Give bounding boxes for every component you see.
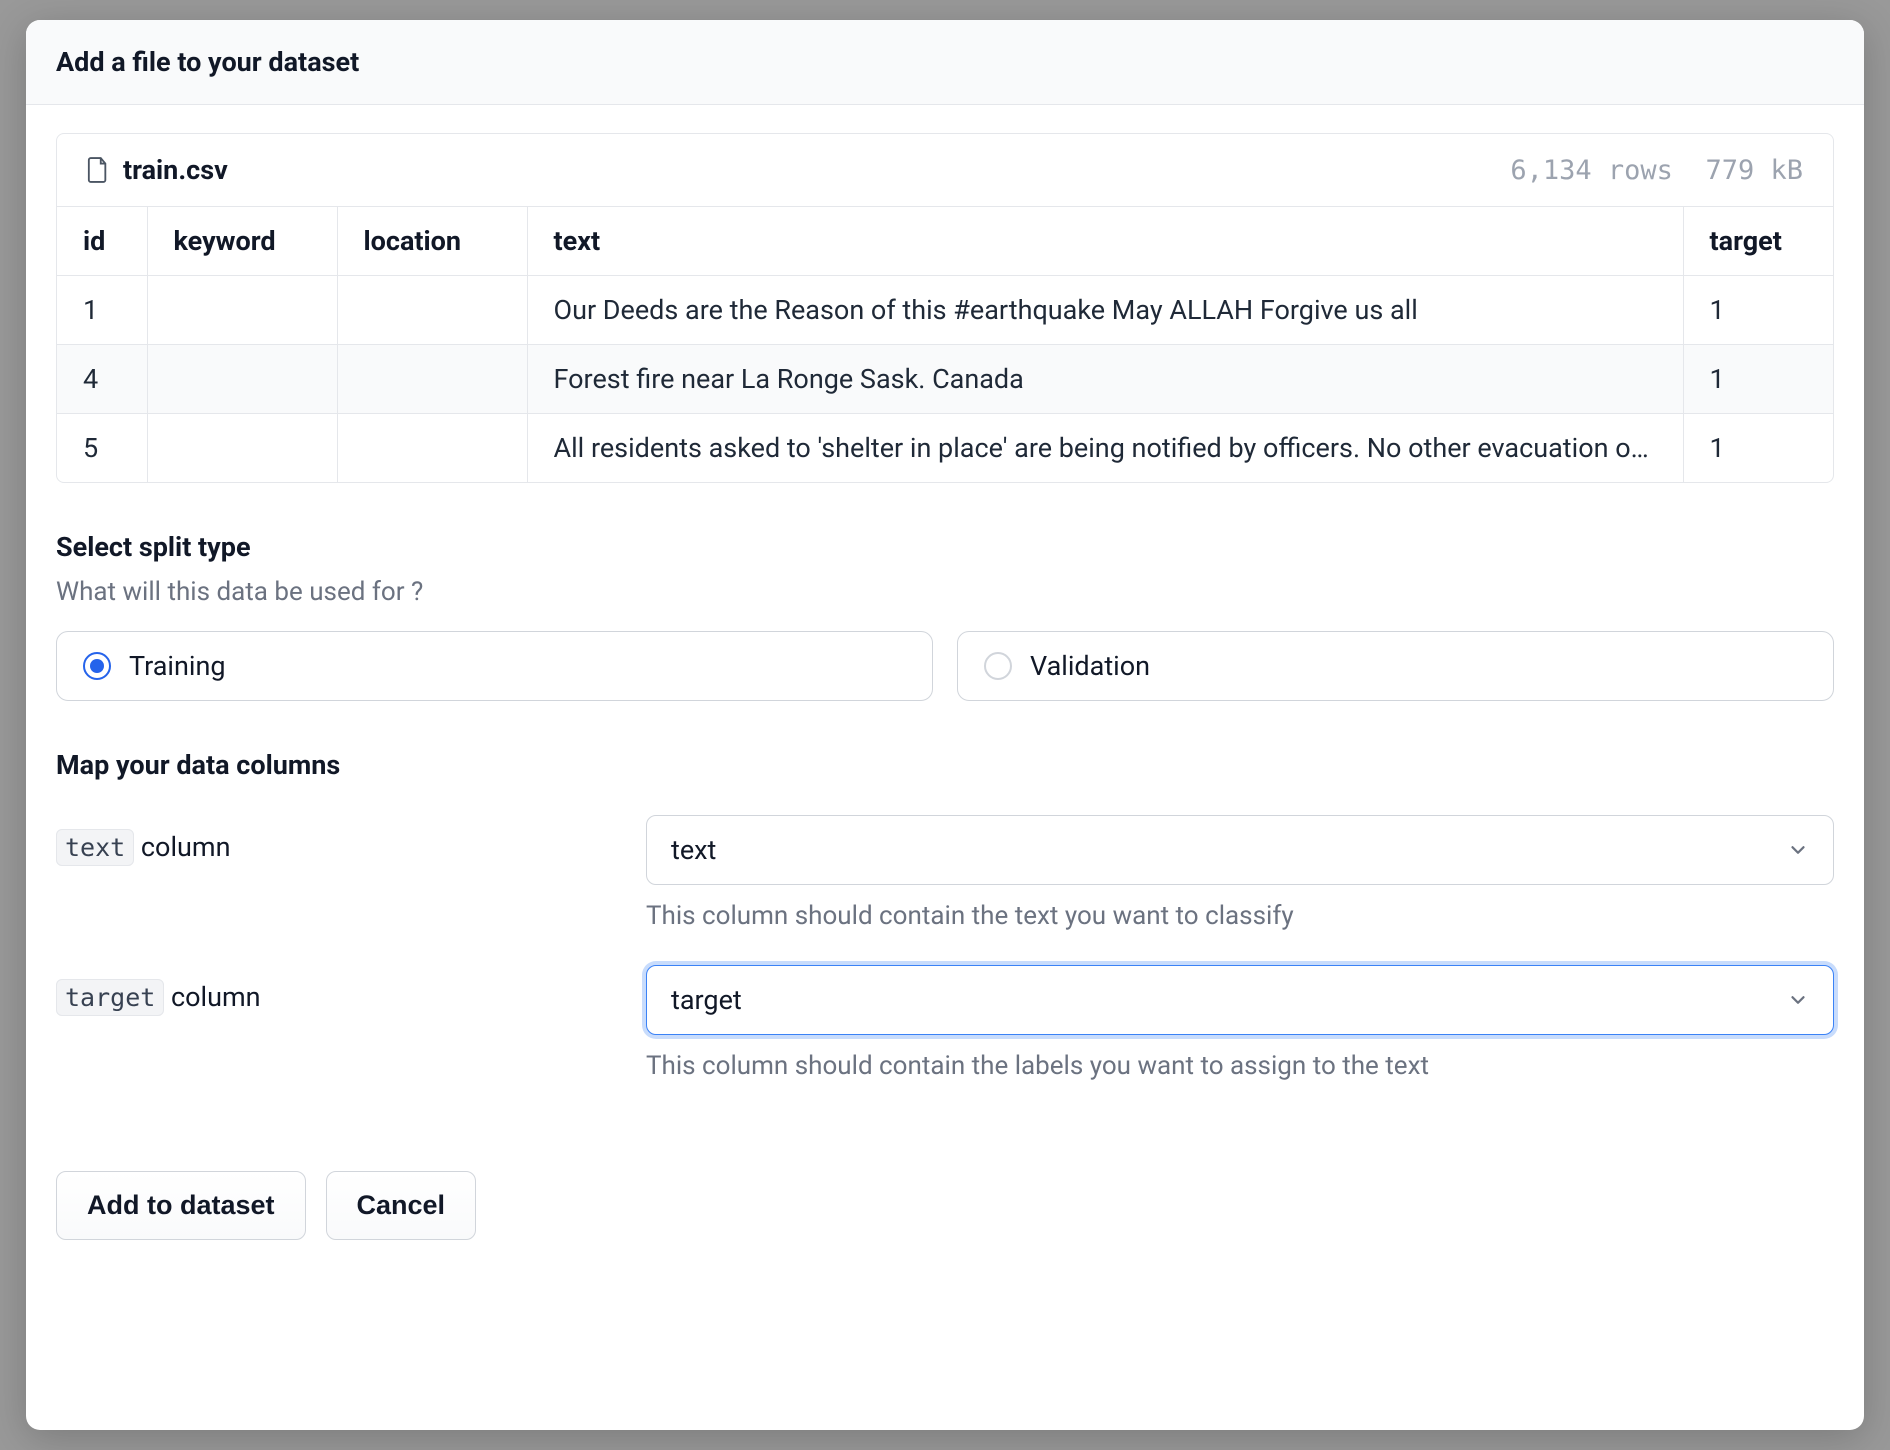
split-title: Select split type — [56, 531, 1834, 563]
radio-validation[interactable]: Validation — [957, 631, 1834, 701]
cell-text: All residents asked to 'shelter in place… — [527, 414, 1683, 483]
chevron-down-icon — [1787, 839, 1809, 861]
col-header-location: location — [337, 207, 527, 276]
file-meta: 6,134 rows 779 kB — [1510, 155, 1803, 186]
modal-title: Add a file to your dataset — [56, 46, 1834, 78]
map-target-suffix: column — [164, 981, 260, 1013]
col-header-target: target — [1683, 207, 1833, 276]
map-text-code: text — [56, 829, 134, 866]
split-sub: What will this data be used for ? — [56, 577, 1834, 607]
preview-table: id keyword location text target 1 Our De… — [57, 207, 1833, 482]
cell-text: Forest fire near La Ronge Sask. Canada — [527, 345, 1683, 414]
target-column-value: target — [671, 984, 742, 1016]
radio-indicator-icon — [984, 652, 1012, 680]
map-text-label: text column — [56, 815, 616, 863]
cell-id: 1 — [57, 276, 147, 345]
cell-keyword — [147, 276, 337, 345]
col-header-id: id — [57, 207, 147, 276]
cell-id: 4 — [57, 345, 147, 414]
cell-location — [337, 345, 527, 414]
cell-target: 1 — [1683, 414, 1833, 483]
file-size: 779 kB — [1705, 155, 1803, 186]
target-column-help: This column should contain the labels yo… — [646, 1051, 1834, 1081]
cell-keyword — [147, 414, 337, 483]
cell-id: 5 — [57, 414, 147, 483]
cell-target: 1 — [1683, 345, 1833, 414]
cell-target: 1 — [1683, 276, 1833, 345]
modal-body: train.csv 6,134 rows 779 kB id keyword l… — [26, 105, 1864, 1430]
col-header-text: text — [527, 207, 1683, 276]
split-radio-group: Training Validation — [56, 631, 1834, 701]
text-column-value: text — [671, 834, 716, 866]
add-file-modal: Add a file to your dataset train.csv 6,1… — [26, 20, 1864, 1430]
text-column-select[interactable]: text — [646, 815, 1834, 885]
button-row: Add to dataset Cancel — [56, 1171, 1834, 1240]
radio-validation-label: Validation — [1030, 650, 1150, 682]
text-column-help: This column should contain the text you … — [646, 901, 1834, 931]
table-row: 5 All residents asked to 'shelter in pla… — [57, 414, 1833, 483]
table-header-row: id keyword location text target — [57, 207, 1833, 276]
map-target-control: target This column should contain the la… — [646, 965, 1834, 1081]
col-header-keyword: keyword — [147, 207, 337, 276]
map-text-row: text column text This column should cont… — [56, 815, 1834, 931]
cancel-button[interactable]: Cancel — [326, 1171, 477, 1240]
file-rows: 6,134 rows — [1510, 155, 1673, 186]
cell-keyword — [147, 345, 337, 414]
cell-text: Our Deeds are the Reason of this #earthq… — [527, 276, 1683, 345]
map-title: Map your data columns — [56, 749, 1834, 781]
radio-indicator-icon — [83, 652, 111, 680]
map-target-row: target column target This column should … — [56, 965, 1834, 1081]
radio-training[interactable]: Training — [56, 631, 933, 701]
chevron-down-icon — [1787, 989, 1809, 1011]
radio-training-label: Training — [129, 650, 226, 682]
cell-location — [337, 276, 527, 345]
map-target-label: target column — [56, 965, 616, 1013]
map-text-suffix: column — [134, 831, 230, 863]
map-text-control: text This column should contain the text… — [646, 815, 1834, 931]
file-header: train.csv 6,134 rows 779 kB — [57, 134, 1833, 207]
modal-header: Add a file to your dataset — [26, 20, 1864, 105]
target-column-select[interactable]: target — [646, 965, 1834, 1035]
table-row: 1 Our Deeds are the Reason of this #eart… — [57, 276, 1833, 345]
file-preview-card: train.csv 6,134 rows 779 kB id keyword l… — [56, 133, 1834, 483]
add-to-dataset-button[interactable]: Add to dataset — [56, 1171, 306, 1240]
file-icon — [87, 156, 109, 184]
file-name: train.csv — [123, 154, 228, 186]
cell-location — [337, 414, 527, 483]
map-target-code: target — [56, 979, 164, 1016]
table-row: 4 Forest fire near La Ronge Sask. Canada… — [57, 345, 1833, 414]
